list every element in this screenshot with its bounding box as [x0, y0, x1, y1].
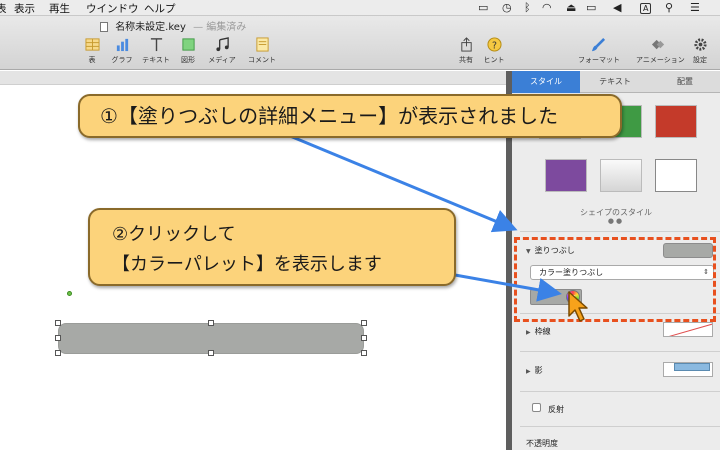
media-button[interactable]: メディア: [202, 37, 242, 65]
animation-icon: [651, 39, 664, 50]
wifi-icon[interactable]: ◠: [542, 1, 552, 14]
style-swatch-white[interactable]: [655, 159, 697, 192]
resize-handle-tr[interactable]: [361, 320, 367, 326]
style-swatch-gray[interactable]: [600, 159, 642, 192]
opacity-label: 不透明度: [526, 439, 558, 448]
battery-icon[interactable]: ▭: [586, 1, 596, 14]
callout-step2-line1: ②クリックして: [112, 224, 236, 245]
gear-icon: [693, 38, 707, 51]
callout-step2-line2: 【カラーパレット】を表示します: [112, 254, 382, 275]
divider: [520, 426, 720, 427]
fill-section-highlight: [514, 237, 716, 322]
resize-handle-tl[interactable]: [55, 320, 61, 326]
search-icon[interactable]: ⚲: [665, 1, 673, 14]
paintbrush-icon: [591, 37, 605, 52]
volume-icon[interactable]: ◀: [613, 1, 621, 14]
divider: [520, 391, 720, 392]
resize-handle-l[interactable]: [55, 335, 61, 341]
disclosure-right-icon[interactable]: ▶: [526, 368, 531, 375]
airplay-icon[interactable]: ▭: [478, 1, 488, 14]
tab-text[interactable]: テキスト: [581, 71, 649, 93]
mouse-cursor-icon: [568, 291, 588, 322]
callout-step1: ①【塗りつぶしの詳細メニュー】が表示されました: [78, 94, 622, 138]
shadow-preview-swatch[interactable]: [663, 362, 713, 377]
shadow-section-title[interactable]: ▶ 影: [526, 365, 543, 376]
resize-handle-r[interactable]: [361, 335, 367, 341]
animate-label: アニメーション: [636, 56, 685, 64]
format-label: フォーマット: [578, 56, 620, 64]
eject-icon[interactable]: ⏏: [566, 1, 576, 14]
list-icon[interactable]: ☰: [690, 1, 700, 14]
reflection-label: 反射: [548, 405, 564, 414]
shape-icon: [181, 38, 195, 51]
comment-label: コメント: [248, 56, 276, 64]
menu-item-view[interactable]: 表示: [14, 1, 35, 16]
menu-bar: 表 表示 再生 ウインドウ ヘルプ ▭ ◷ ᛒ ◠ ⏏ ▭ ◀ A ⚲ ☰: [0, 0, 720, 16]
canvas-ruler: [0, 71, 506, 85]
inspector-tabs: スタイル テキスト 配置: [512, 71, 720, 93]
svg-text:?: ?: [492, 40, 497, 51]
animate-button[interactable]: アニメーション: [636, 37, 685, 65]
menu-item-table[interactable]: 表: [0, 1, 7, 16]
menu-item-help[interactable]: ヘルプ: [144, 1, 176, 16]
format-button[interactable]: フォーマット: [578, 37, 620, 65]
document-status: — 編集済み: [193, 22, 247, 33]
callout-step2: ②クリックして 【カラーパレット】を表示します: [88, 208, 456, 286]
shadow-title-label: 影: [534, 366, 543, 375]
settings-label: 設定: [693, 56, 707, 64]
menu-item-window[interactable]: ウインドウ: [86, 1, 139, 16]
style-swatch-purple[interactable]: [545, 159, 587, 192]
reflection-checkbox[interactable]: [532, 403, 541, 412]
shape-corner-handle[interactable]: [67, 291, 72, 296]
bluetooth-icon[interactable]: ᛒ: [524, 1, 531, 14]
resize-handle-t[interactable]: [208, 320, 214, 326]
media-label: メディア: [208, 56, 236, 64]
document-icon: [100, 22, 108, 32]
menu-item-play[interactable]: 再生: [49, 1, 70, 16]
tab-arrange[interactable]: 配置: [651, 71, 719, 93]
share-icon: [460, 37, 472, 52]
table-icon: [84, 38, 100, 51]
stroke-section-title[interactable]: ▶ 枠線: [526, 326, 551, 337]
stroke-title-label: 枠線: [534, 327, 551, 336]
tips-label: ヒント: [483, 56, 505, 64]
style-swatch-red[interactable]: [655, 105, 697, 138]
stroke-preview-swatch[interactable]: [663, 322, 713, 337]
document-name: 名称未設定.key: [115, 22, 186, 33]
page-dots[interactable]: ●●: [512, 217, 720, 225]
resize-handle-bl[interactable]: [55, 350, 61, 356]
music-note-icon: [215, 37, 229, 52]
time-machine-icon[interactable]: ◷: [502, 1, 512, 14]
shadow-preview-shape: [674, 363, 710, 371]
no-stroke-line: [664, 323, 712, 336]
text-icon: [150, 38, 162, 52]
tips-button[interactable]: ? ヒント: [474, 37, 514, 65]
input-a-icon[interactable]: A: [640, 3, 652, 14]
comment-button[interactable]: コメント: [242, 37, 282, 65]
resize-handle-b[interactable]: [208, 350, 214, 356]
chart-icon: [116, 38, 128, 52]
tab-style[interactable]: スタイル: [512, 71, 580, 93]
settings-button[interactable]: 設定: [682, 37, 718, 65]
window-toolbar: 名称未設定.key — 編集済み 表 グラフ テキスト 図形 メディア コメント…: [0, 16, 720, 70]
divider: [520, 231, 720, 232]
resize-handle-br[interactable]: [361, 350, 367, 356]
window-title: 名称未設定.key — 編集済み: [100, 18, 246, 33]
help-icon: ?: [486, 37, 502, 52]
divider: [520, 351, 720, 352]
disclosure-right-icon[interactable]: ▶: [526, 329, 531, 336]
comment-icon: [255, 37, 269, 52]
